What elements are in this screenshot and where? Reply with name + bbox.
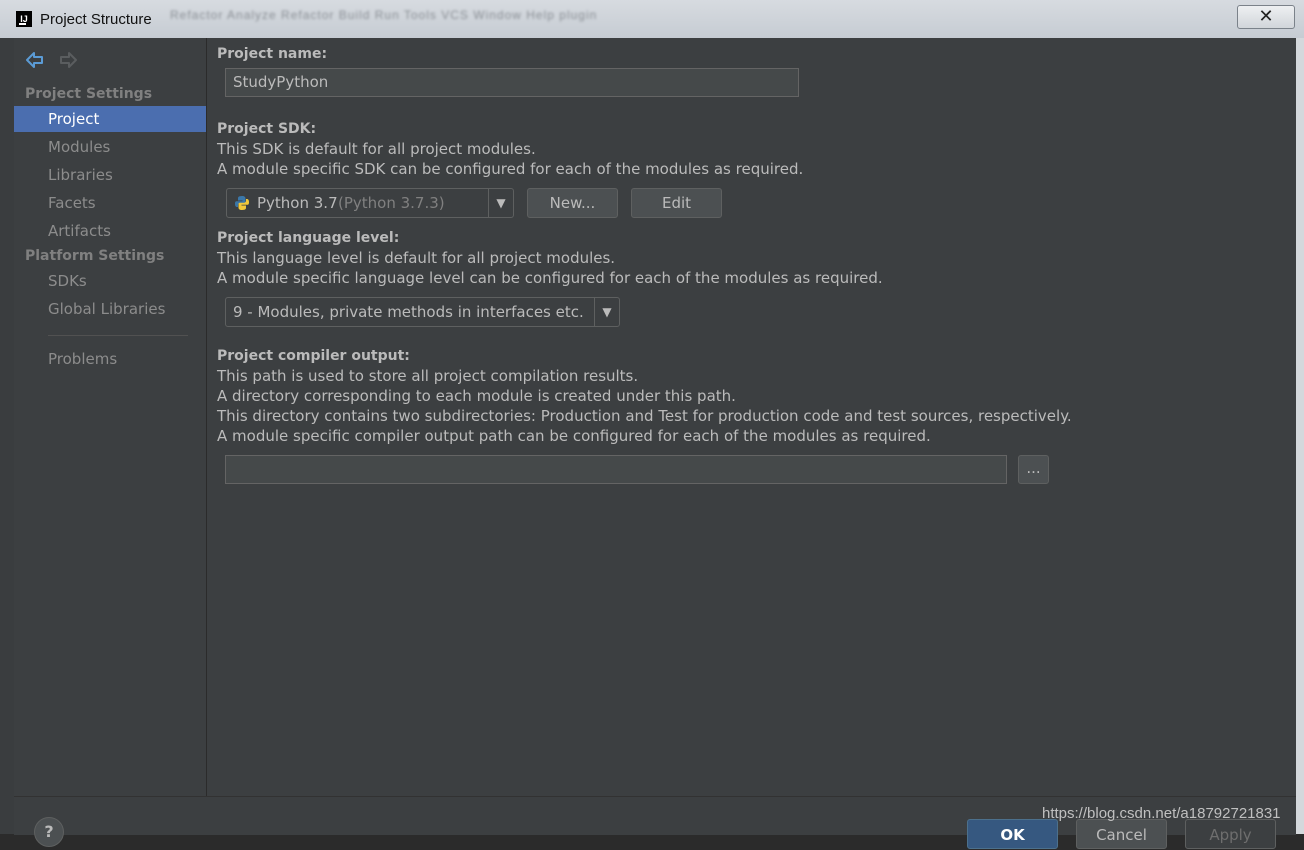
project-structure-dialog: Project Settings Project Modules Librari…: [14, 38, 1296, 849]
forward-arrow-icon[interactable]: [58, 50, 78, 70]
language-level-desc-2: A module specific language level can be …: [217, 269, 883, 287]
compiler-output-desc-1: This path is used to store all project c…: [217, 367, 639, 385]
project-sdk-combobox[interactable]: Python 3.7 (Python 3.7.3) ▼: [226, 188, 514, 218]
sidebar-item-problems[interactable]: Problems: [14, 346, 206, 372]
background-right-strip: [1296, 38, 1304, 834]
sidebar-item-project[interactable]: Project: [14, 106, 206, 132]
window-titlebar: IJ Project Structure Refactor Analyze Re…: [0, 0, 1304, 39]
language-level-label: Project language level:: [217, 230, 400, 246]
sidebar-item-modules[interactable]: Modules: [14, 134, 206, 160]
project-sdk-label: Project SDK:: [217, 121, 317, 137]
project-settings-header: Project Settings: [25, 86, 153, 102]
chevron-down-icon: ▼: [488, 189, 513, 217]
compiler-output-desc-2: A directory corresponding to each module…: [217, 387, 736, 405]
language-level-desc-1: This language level is default for all p…: [217, 249, 616, 267]
sdk-edit-button[interactable]: Edit: [631, 188, 722, 218]
project-name-field[interactable]: StudyPython: [225, 68, 799, 97]
language-level-selected: 9 - Modules, private methods in interfac…: [233, 303, 584, 321]
browse-button[interactable]: ...: [1018, 455, 1049, 484]
project-sdk-desc-1: This SDK is default for all project modu…: [217, 140, 536, 158]
python-icon: [234, 195, 250, 211]
sdk-selected-name: Python 3.7: [257, 194, 338, 212]
close-button[interactable]: ✕: [1237, 5, 1295, 29]
compiler-output-desc-3: This directory contains two subdirectori…: [217, 407, 1072, 425]
help-button[interactable]: ?: [34, 817, 64, 847]
chevron-down-icon: ▼: [594, 298, 619, 326]
language-level-combobox[interactable]: 9 - Modules, private methods in interfac…: [225, 297, 620, 327]
apply-button[interactable]: Apply: [1185, 819, 1276, 849]
sdk-new-button[interactable]: New...: [527, 188, 618, 218]
platform-settings-header: Platform Settings: [25, 248, 165, 264]
sidebar-item-global-libraries[interactable]: Global Libraries: [14, 296, 206, 322]
compiler-output-desc-4: A module specific compiler output path c…: [217, 427, 931, 445]
compiler-output-path-field[interactable]: [225, 455, 1007, 484]
sidebar-divider: [48, 335, 188, 336]
intellij-app-icon: IJ: [16, 11, 32, 27]
project-sdk-desc-2: A module specific SDK can be configured …: [217, 160, 804, 178]
cancel-button[interactable]: Cancel: [1076, 819, 1167, 849]
compiler-output-label: Project compiler output:: [217, 348, 410, 364]
project-settings-panel: Project name: StudyPython Project SDK: T…: [217, 38, 1296, 796]
sidebar-item-facets[interactable]: Facets: [14, 190, 206, 216]
back-arrow-icon[interactable]: [25, 50, 45, 70]
background-ide-strip: [0, 38, 14, 834]
sidebar-item-sdks[interactable]: SDKs: [14, 268, 206, 294]
sidebar: Project Settings Project Modules Librari…: [14, 38, 207, 796]
ok-button[interactable]: OK: [967, 819, 1058, 849]
sdk-selected-detail: (Python 3.7.3): [338, 194, 445, 212]
window-title: Project Structure: [40, 11, 152, 28]
sidebar-item-artifacts[interactable]: Artifacts: [14, 218, 206, 244]
background-menu-bar: Refactor Analyze Refactor Build Run Tool…: [170, 8, 598, 22]
watermark-url: https://blog.csdn.net/a18792721831: [1042, 805, 1281, 822]
project-name-label: Project name:: [217, 46, 328, 62]
sidebar-item-libraries[interactable]: Libraries: [14, 162, 206, 188]
